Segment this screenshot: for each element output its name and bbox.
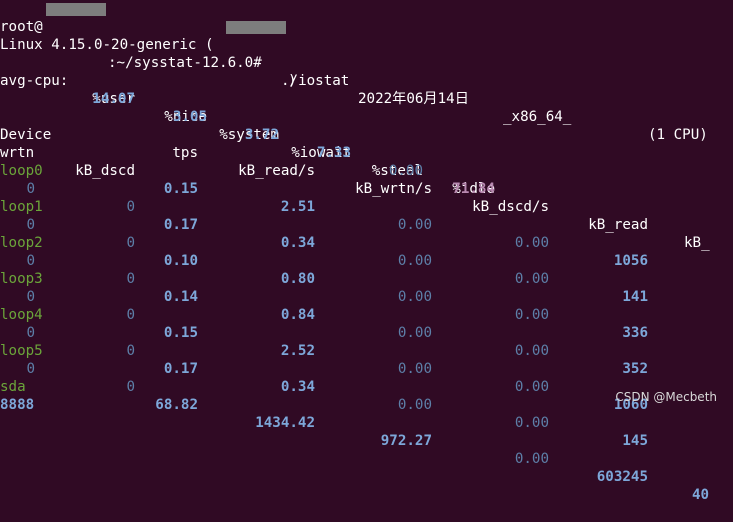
table-row-wrap: 0 0 [0, 342, 733, 395]
device-wrtn-total-head: 40 [692, 487, 710, 503]
table-row: loop5 0.17 0.34 0.00 0.00 145 [0, 324, 733, 449]
device-tps: 68.82 [155, 397, 198, 413]
table-row: loop3 0.14 0.84 0.00 0.00 352 [0, 252, 733, 377]
device-wrtn-total: 8888 [0, 397, 35, 413]
redacted-host [226, 21, 286, 34]
avgcpu-values-line: 14.07 3.05 3.72 7.33 0.00 71.84 [0, 72, 733, 197]
device-wrtn-rate: 0.00 [397, 397, 432, 413]
csdn-watermark: CSDN @Mecbeth [615, 390, 717, 404]
terminal-window[interactable]: root@ :~/sysstat-12.6.0# ./iostat Linux … [0, 0, 733, 503]
prompt-line: root@ :~/sysstat-12.6.0# ./iostat [0, 0, 349, 89]
redacted-hostname [46, 3, 106, 16]
device-read-rate: 1434.42 [255, 415, 315, 431]
table-row-wrap: 0 0 [0, 306, 733, 359]
table-row: loop4 0.15 2.52 0.00 0.00 1060 [0, 288, 733, 413]
avgcpu-value-user: 14.07 [92, 91, 135, 107]
table-row: loop0 0.15 2.51 0.00 0.00 1056 [0, 144, 733, 269]
avgcpu-header-line: avg-cpu: %user %nice %system %iowait %st… [0, 54, 733, 197]
table-row-wrap: 0 0 [0, 234, 733, 287]
table-row: loop2 0.10 0.80 0.00 0.00 336 [0, 216, 733, 341]
table-row-wrap: 0 0 [0, 198, 733, 251]
device-dscd-rate: 0.00 [514, 415, 549, 431]
table-row: loop1 0.17 0.34 0.00 0.00 141 [0, 180, 733, 305]
device-wrtn-rate: 972.27 [380, 433, 432, 449]
device-dscd-rate: 0.00 [514, 451, 549, 467]
kernel-version: Linux 4.15.0-20-generic ( [0, 37, 214, 53]
device-read-total: 603245 [596, 469, 648, 485]
device-header-wrap-line: wrtn kB_dscd [0, 126, 733, 179]
table-row-wrap: 0 0 [0, 162, 733, 215]
sysinfo-date: 2022年06月14日 [358, 91, 469, 107]
table-row-wrap: 0 0 [0, 270, 733, 323]
device-header-line: Device tps kB_read/s kB_wrtn/s kB_dscd/s… [0, 108, 733, 251]
table-row: sda 68.82 1434.42 972.27 0.00 603245 40 [0, 360, 733, 503]
device-read-total: 145 [622, 433, 648, 449]
sysinfo-line: Linux 4.15.0-20-generic ( ) 2022年06月14日 … [0, 18, 733, 143]
